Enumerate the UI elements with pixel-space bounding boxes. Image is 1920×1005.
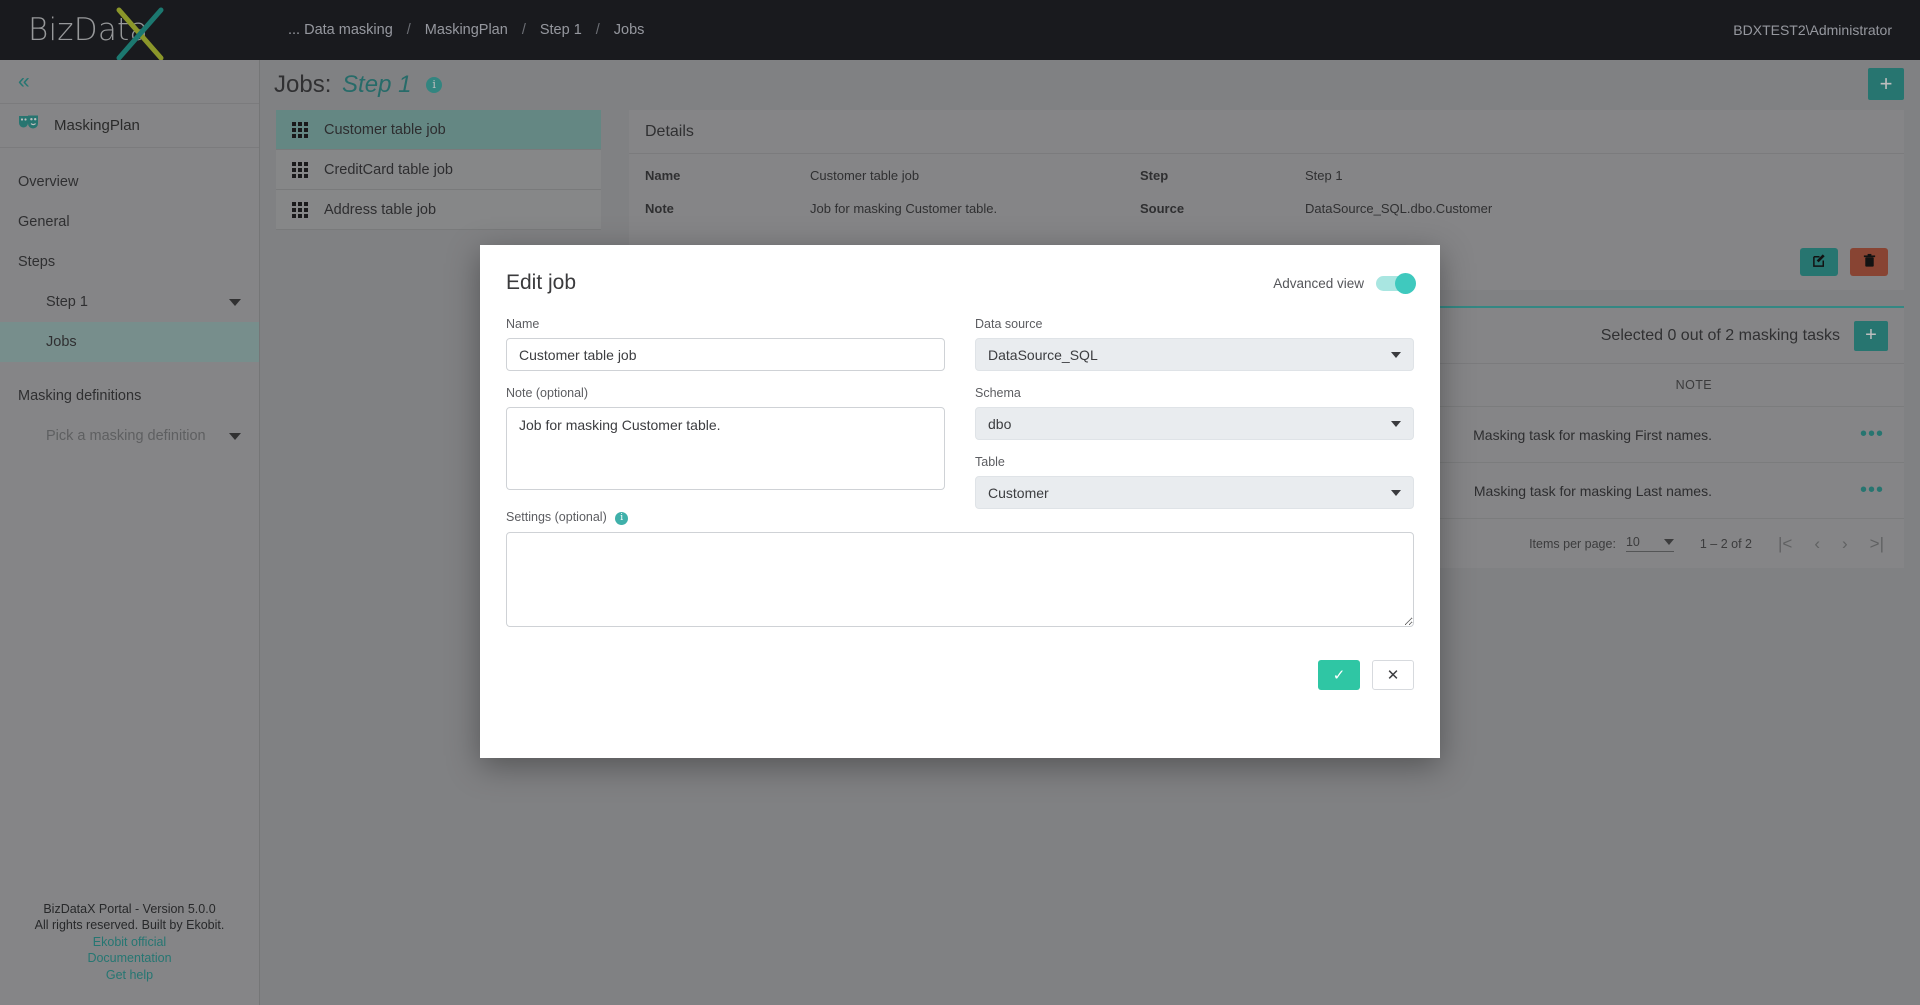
datasource-value: DataSource_SQL — [988, 346, 1098, 363]
app-root: BizData ... Data masking / MaskingPlan /… — [0, 0, 1920, 1005]
settings-field-group: Settings (optional) i — [506, 510, 945, 525]
note-label: Note (optional) — [506, 386, 588, 400]
name-field-group: Name — [506, 317, 945, 371]
advanced-view-toggle-group: Advanced view — [1273, 272, 1416, 294]
schema-select[interactable]: dbo — [975, 407, 1414, 440]
note-textarea[interactable] — [506, 407, 945, 490]
settings-label: Settings (optional) i — [506, 510, 945, 525]
dialog-header: Edit job Advanced view — [506, 271, 1416, 295]
schema-value: dbo — [988, 415, 1012, 432]
form-column-right: Data source DataSource_SQL Schema dbo Ta… — [975, 317, 1414, 532]
settings-label-text: Settings (optional) — [506, 510, 607, 524]
chevron-down-icon — [1391, 489, 1401, 496]
form-column-left: Name Note (optional) Settings (optional)… — [506, 317, 945, 532]
advanced-view-label: Advanced view — [1273, 275, 1364, 291]
datasource-label: Data source — [975, 317, 1043, 331]
datasource-select[interactable]: DataSource_SQL — [975, 338, 1414, 371]
chevron-down-icon — [1391, 351, 1401, 358]
advanced-view-toggle[interactable] — [1376, 272, 1416, 294]
dialog-title: Edit job — [506, 271, 577, 294]
name-input[interactable] — [506, 338, 945, 371]
table-field-group: Table Customer — [975, 455, 1414, 509]
schema-label: Schema — [975, 386, 1021, 400]
chevron-down-icon — [1391, 420, 1401, 427]
dialog-form: Name Note (optional) Settings (optional)… — [506, 317, 1414, 532]
note-field-group: Note (optional) — [506, 386, 945, 495]
toggle-knob — [1395, 272, 1416, 294]
schema-field-group: Schema dbo — [975, 386, 1414, 440]
dialog-actions: ✓ ✕ — [506, 659, 1414, 690]
table-label: Table — [975, 455, 1005, 469]
info-icon[interactable]: i — [615, 511, 629, 525]
datasource-field-group: Data source DataSource_SQL — [975, 317, 1414, 371]
cancel-button[interactable]: ✕ — [1372, 659, 1414, 690]
edit-job-dialog: Edit job Advanced view Name Note (option… — [480, 245, 1440, 758]
settings-textarea[interactable] — [506, 531, 1414, 627]
name-label: Name — [506, 317, 540, 331]
table-select[interactable]: Customer — [975, 476, 1414, 509]
table-value: Customer — [988, 484, 1049, 501]
confirm-button[interactable]: ✓ — [1318, 659, 1360, 690]
